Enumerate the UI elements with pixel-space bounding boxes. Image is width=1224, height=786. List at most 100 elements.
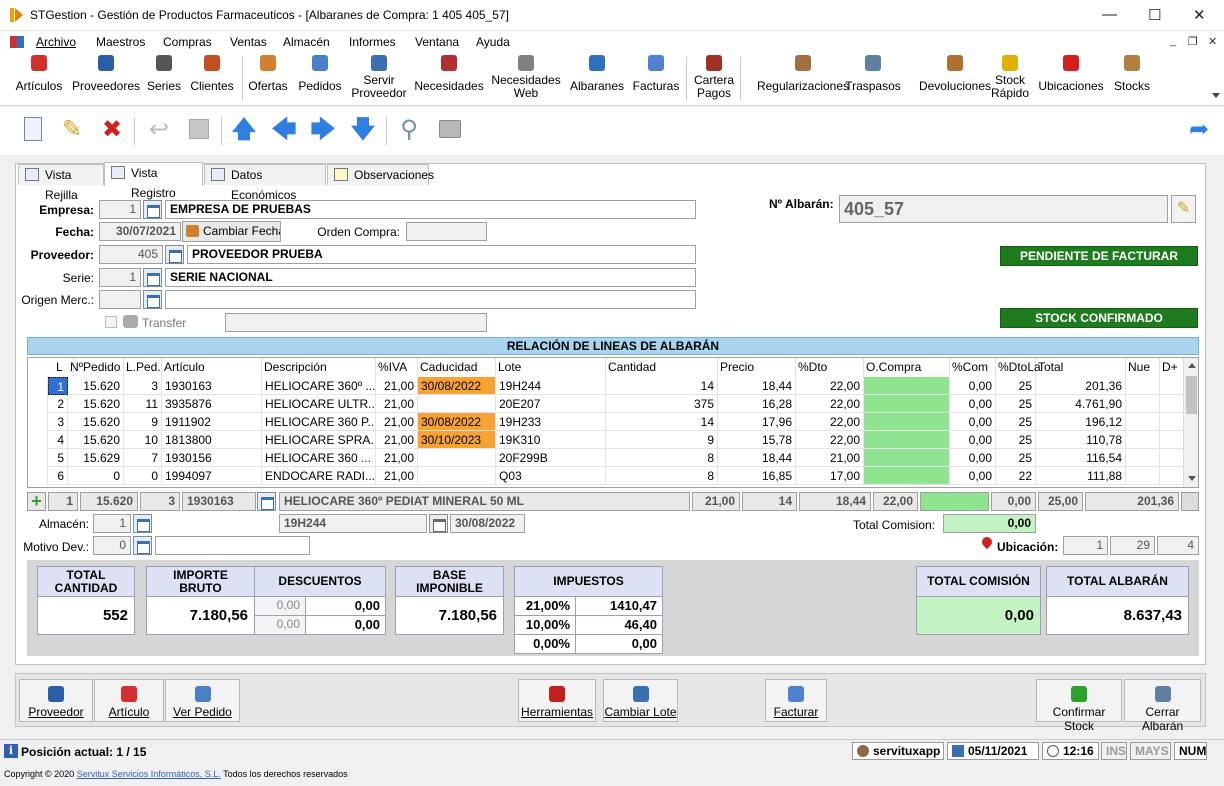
cell-dto[interactable]: 21,00 <box>796 449 864 467</box>
transfer-field[interactable] <box>225 313 487 332</box>
ribbon-locations-button[interactable]: Ubicaciones <box>1034 55 1108 93</box>
maximize-button[interactable]: ☐ <box>1148 6 1161 24</box>
column-header-14[interactable]: %DtoLa <box>996 358 1041 377</box>
edit-descripcion-field[interactable]: HELIOCARE 360º PEDIAT MINERAL 50 ML <box>279 492 690 511</box>
save-line-icon[interactable] <box>1181 492 1199 511</box>
save-icon[interactable] <box>184 115 214 145</box>
column-header-11[interactable]: %Dto <box>796 358 864 377</box>
cell-oc[interactable] <box>864 413 950 431</box>
row-selector[interactable] <box>28 467 48 485</box>
column-header-15[interactable]: Total <box>1036 358 1126 377</box>
cell-lote[interactable]: 19K310 <box>496 431 606 449</box>
cell-lped[interactable]: 10 <box>124 431 162 449</box>
cell-l[interactable]: 6 <box>48 467 68 485</box>
cell-pedido[interactable]: 15.620 <box>68 395 124 413</box>
ribbon-orders-button[interactable]: Pedidos <box>295 55 345 93</box>
cell-total[interactable]: 196,12 <box>1036 413 1126 431</box>
cell-precio[interactable]: 16,28 <box>718 395 796 413</box>
edit-l-field[interactable]: 1 <box>48 492 78 511</box>
cell-precio[interactable]: 17,96 <box>718 413 796 431</box>
cell-dtola[interactable]: 25 <box>996 413 1036 431</box>
albaran-number-field[interactable]: 405_57 <box>839 195 1168 223</box>
cell-extra15[interactable] <box>1126 395 1160 413</box>
cell-precio[interactable]: 16,85 <box>718 467 796 485</box>
cell-oc[interactable] <box>864 467 950 485</box>
edit-articulo-field[interactable]: 1930163 <box>182 492 256 511</box>
confirmar-stock-button[interactable]: Confirmar Stock <box>1036 679 1122 733</box>
caducidad-field[interactable]: 30/08/2022 <box>450 514 525 533</box>
menu-informes[interactable]: Informes <box>349 35 396 49</box>
motivo-code-field[interactable]: 0 <box>93 536 131 555</box>
cell-lped[interactable]: 11 <box>124 395 162 413</box>
cell-cad[interactable]: 30/10/2023 <box>418 431 496 449</box>
minimize-button[interactable]: — <box>1102 6 1117 23</box>
tab-vista-rejilla[interactable]: Vista Rejilla <box>18 164 104 202</box>
cell-dto[interactable]: 22,00 <box>796 395 864 413</box>
cell-art[interactable]: 1930156 <box>162 449 262 467</box>
cell-art[interactable]: 1911902 <box>162 413 262 431</box>
cell-lped[interactable]: 0 <box>124 467 162 485</box>
cell-cant[interactable]: 14 <box>606 413 718 431</box>
edit-dto-field[interactable]: 22,00 <box>873 492 918 511</box>
ubicacion-estante-field[interactable]: 29 <box>1110 536 1155 555</box>
first-record-icon[interactable]: 🡅 <box>229 115 259 145</box>
cell-precio[interactable]: 18,44 <box>718 449 796 467</box>
cell-com[interactable]: 0,00 <box>950 467 996 485</box>
cell-dtola[interactable]: 25 <box>996 449 1036 467</box>
edit-dtola-field[interactable]: 25,00 <box>1038 492 1083 511</box>
row-selector[interactable] <box>28 377 48 395</box>
cell-iva[interactable]: 21,00 <box>376 467 418 485</box>
ribbon-stocks-button[interactable]: Stocks <box>1110 55 1154 93</box>
menu-almacen[interactable]: Almacén <box>283 35 330 49</box>
cerrar-albaran-button[interactable]: Cerrar Albarán <box>1124 679 1201 733</box>
undo-icon[interactable]: ↩ <box>144 115 174 145</box>
cell-art[interactable]: 1930163 <box>162 377 262 395</box>
column-header-2[interactable]: NºPedido <box>68 358 124 377</box>
ribbon-clients-button[interactable]: Clientes <box>186 55 238 93</box>
print-icon[interactable] <box>435 115 465 145</box>
cell-dto[interactable]: 22,00 <box>796 413 864 431</box>
edit-iva-field[interactable]: 21,00 <box>692 492 740 511</box>
cambiar-fecha-button[interactable]: Cambiar Fecha <box>182 221 281 242</box>
cell-pedido[interactable]: 15.620 <box>68 377 124 395</box>
ver-pedido-button[interactable]: Ver Pedido <box>165 679 240 722</box>
menu-ayuda[interactable]: Ayuda <box>476 35 510 49</box>
row-selector[interactable] <box>28 431 48 449</box>
row-selector[interactable] <box>28 413 48 431</box>
serie-name-field[interactable]: SERIE NACIONAL <box>165 268 696 287</box>
cell-lped[interactable]: 3 <box>124 377 162 395</box>
ribbon-articles-button[interactable]: Artículos <box>8 55 70 93</box>
cell-pedido[interactable]: 0 <box>68 467 124 485</box>
cell-com[interactable]: 0,00 <box>950 413 996 431</box>
tab-vista-registro[interactable]: Vista Registro <box>104 162 203 200</box>
cell-dtola[interactable]: 25 <box>996 395 1036 413</box>
column-header-7[interactable]: Caducidad <box>418 358 496 377</box>
menu-ventas[interactable]: Ventas <box>230 35 267 49</box>
edit-ocompra-field[interactable] <box>920 492 989 511</box>
proveedor-name-field[interactable]: PROVEEDOR PRUEBA <box>187 245 696 264</box>
edit-pencil-icon[interactable]: ✎ <box>57 115 87 145</box>
cell-art[interactable]: 1994097 <box>162 467 262 485</box>
edit-total-field[interactable]: 201,36 <box>1085 492 1179 511</box>
row-selector[interactable] <box>28 395 48 413</box>
origen-name-field[interactable] <box>165 290 696 309</box>
empresa-name-field[interactable]: EMPRESA DE PRUEBAS <box>165 200 696 219</box>
cell-iva[interactable]: 21,00 <box>376 431 418 449</box>
cell-extra15[interactable] <box>1126 467 1160 485</box>
ubicacion-hueco-field[interactable]: 4 <box>1157 536 1199 555</box>
ribbon-offers-button[interactable]: Ofertas <box>245 55 291 93</box>
scroll-down-icon[interactable] <box>1188 476 1196 481</box>
cell-cad[interactable] <box>418 395 496 413</box>
cell-lped[interactable]: 9 <box>124 413 162 431</box>
new-document-icon[interactable] <box>18 115 48 145</box>
cell-cad[interactable] <box>418 467 496 485</box>
add-line-icon[interactable]: + <box>27 492 46 511</box>
mdi-restore-button[interactable]: ❐ <box>1188 35 1198 48</box>
tab-observaciones[interactable]: Observaciones <box>327 164 434 185</box>
cell-dto[interactable]: 17,00 <box>796 467 864 485</box>
cell-lote[interactable]: Q03 <box>496 467 606 485</box>
cell-total[interactable]: 201,36 <box>1036 377 1126 395</box>
menu-archivo[interactable]: Archivo <box>36 35 76 49</box>
close-window-button[interactable]: ✕ <box>1193 6 1206 24</box>
next-record-icon[interactable]: 🡆 <box>308 115 338 145</box>
